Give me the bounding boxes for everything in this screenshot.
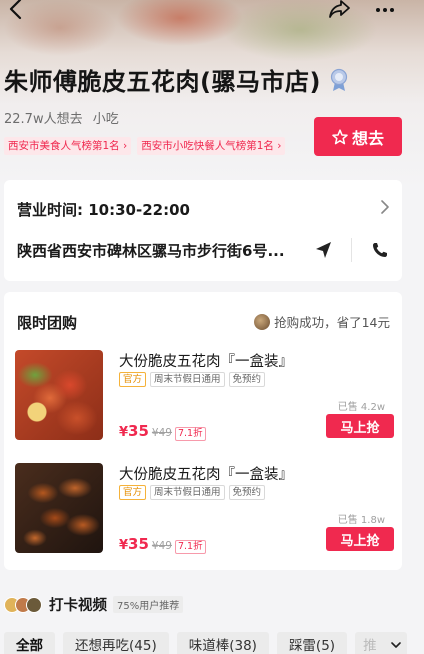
medal-icon[interactable] xyxy=(329,68,349,92)
official-tag: 官方 xyxy=(119,485,147,500)
shop-category: 小吃 xyxy=(92,112,119,127)
discount-badge: 7.1折 xyxy=(174,540,206,554)
avatar xyxy=(254,313,271,330)
top-nav-bar xyxy=(0,0,424,24)
discount-badge: 7.1折 xyxy=(174,427,206,441)
deal-tags: 官方 周末节假日通用 免预约 xyxy=(119,372,266,387)
filter-chip-tasty[interactable]: 味道棒(38) xyxy=(176,632,269,654)
chevron-right-icon[interactable] xyxy=(380,200,390,214)
user-avatars xyxy=(4,596,42,613)
usage-tag: 周末节假日通用 xyxy=(150,372,225,387)
deal-price: ¥35 xyxy=(119,535,149,553)
shop-meta: 22.7w人想去 小吃 xyxy=(4,108,119,127)
deal-name: 大份脆皮五花肉『一盒装』 xyxy=(119,467,293,483)
more-dots-icon[interactable] xyxy=(374,0,396,20)
shop-title: 朱师傅脆皮五花肉(骡马市店) xyxy=(4,62,349,97)
no-reservation-tag: 免预约 xyxy=(228,485,266,500)
checkin-video-header[interactable]: 打卡视频 75%用户推荐 xyxy=(4,594,184,615)
deal-item[interactable]: 大份脆皮五花肉『一盒装』 官方 周末节假日通用 免预约 已售 4.2w ¥35 … xyxy=(15,350,395,442)
original-price: ¥49 xyxy=(151,540,172,552)
usage-tag: 周末节假日通用 xyxy=(150,485,225,500)
price-row: ¥35 ¥49 7.1折 xyxy=(119,535,206,554)
chevron-left-icon[interactable] xyxy=(6,0,26,20)
official-tag: 官方 xyxy=(119,372,147,387)
deal-image[interactable] xyxy=(15,463,103,553)
original-price: ¥49 xyxy=(151,427,172,439)
ranking-badges: 西安市美食人气榜第1名 › 西安市小吃快餐人气榜第1名 › xyxy=(4,137,286,155)
want-to-go-label: 想去 xyxy=(351,128,384,148)
deal-tags: 官方 周末节假日通用 免预约 xyxy=(119,485,266,500)
grab-success-notice: 抢购成功，省了14元 xyxy=(254,312,390,331)
filter-chip-more[interactable]: 推 xyxy=(355,632,408,654)
avatar xyxy=(26,596,42,613)
filter-chip-disappointing[interactable]: 踩雷(5) xyxy=(276,632,348,654)
filter-chip-recommend: 推 xyxy=(363,638,377,654)
filter-chip-want-again[interactable]: 还想再吃(45) xyxy=(63,632,169,654)
price-row: ¥35 ¥49 7.1折 xyxy=(119,422,206,441)
no-reservation-tag: 免预约 xyxy=(228,372,266,387)
sold-count: 已售 1.8w xyxy=(337,515,385,526)
share-arrow-icon[interactable] xyxy=(328,0,352,20)
navigation-arrow-icon[interactable] xyxy=(312,238,336,262)
chevron-down-icon[interactable] xyxy=(391,640,401,650)
review-filter-chips: 全部 还想再吃(45) 味道棒(38) 踩雷(5) 推 xyxy=(4,632,408,654)
shop-address[interactable]: 陕西省西安市碑林区骡马市步行街6号... xyxy=(17,240,285,261)
buy-now-button[interactable]: 马上抢 xyxy=(326,527,394,551)
business-hours[interactable]: 营业时间: 10:30-22:00 xyxy=(17,199,190,220)
group-deal-card: 限时团购 抢购成功，省了14元 大份脆皮五花肉『一盒装』 官方 周末节假日通用 … xyxy=(4,292,402,570)
deal-item[interactable]: 大份脆皮五花肉『一盒装』 官方 周末节假日通用 免预约 已售 1.8w ¥35 … xyxy=(15,463,395,555)
checkin-title: 打卡视频 xyxy=(49,598,107,614)
star-outline-icon xyxy=(332,128,348,144)
grab-success-text: 抢购成功，省了14元 xyxy=(274,315,390,330)
ranking-badge[interactable]: 西安市美食人气榜第1名 › xyxy=(4,137,132,155)
deal-price: ¥35 xyxy=(119,422,149,440)
phone-icon[interactable] xyxy=(368,238,392,262)
shop-name: 朱师傅脆皮五花肉(骡马市店) xyxy=(4,68,321,96)
deal-section-title: 限时团购 xyxy=(17,314,78,332)
buy-now-button[interactable]: 马上抢 xyxy=(326,414,394,438)
divider xyxy=(351,238,352,262)
deal-image[interactable] xyxy=(15,350,103,440)
ranking-badge[interactable]: 西安市小吃快餐人气榜第1名 › xyxy=(137,137,286,155)
want-to-go-button[interactable]: 想去 xyxy=(314,117,402,156)
deal-name: 大份脆皮五花肉『一盒装』 xyxy=(119,354,293,370)
want-count: 22.7w人想去 xyxy=(4,112,83,127)
filter-chip-all[interactable]: 全部 xyxy=(4,632,55,654)
shop-info-card: 营业时间: 10:30-22:00 陕西省西安市碑林区骡马市步行街6号... xyxy=(4,180,402,281)
recommend-badge: 75%用户推荐 xyxy=(113,596,184,613)
sold-count: 已售 4.2w xyxy=(337,402,385,413)
